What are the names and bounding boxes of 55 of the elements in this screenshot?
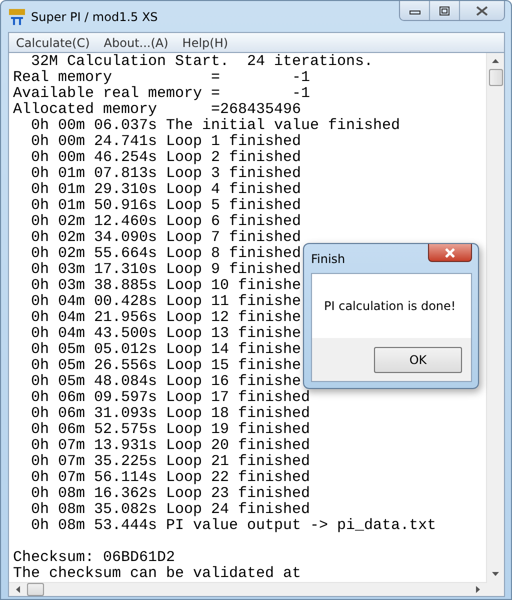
output-line: 0h 01m 29.310s Loop 4 finished (30, 182, 302, 198)
output-line: Checksum: 06BD61D2 (13, 550, 176, 566)
output-line: 0h 01m 50.916s Loop 5 finished (30, 198, 302, 214)
output-line: Allocated memory =268435496 (13, 102, 302, 118)
output-line: 0h 06m 09.597s Loop 17 finished (30, 390, 310, 406)
output-line: 32M Calculation Start. 24 iterations. (30, 54, 374, 70)
scroll-thumb[interactable] (27, 583, 44, 596)
menu-item[interactable]: About...(A) (96, 36, 176, 50)
maximize-button[interactable] (430, 1, 460, 20)
output-line: 0h 03m 17.310s Loop 9 finished (30, 262, 302, 278)
output-line: 0h 08m 16.362s Loop 23 finished (30, 486, 310, 502)
output-line: Real memory = -1 (13, 70, 310, 86)
output-line: 0h 07m 35.225s Loop 21 finished (30, 454, 310, 470)
output-line: 0h 05m 26.556s Loop 15 finishe (30, 358, 302, 374)
output-line: Available real memory = -1 (13, 86, 310, 102)
horizontal-scrollbar[interactable] (9, 582, 487, 596)
ok-button[interactable]: OK (374, 346, 462, 372)
output-line: 0h 05m 05.012s Loop 14 finishe (30, 342, 302, 358)
output-line: 0h 02m 34.090s Loop 7 finished (30, 230, 302, 246)
output-line: 0h 02m 12.460s Loop 6 finished (30, 214, 302, 230)
output-line: 0h 06m 52.575s Loop 19 finished (30, 422, 310, 438)
minimize-button[interactable] (400, 1, 430, 20)
output-line: 0h 08m 53.444s PI value output -> pi_data.txt (30, 518, 436, 534)
vertical-scrollbar[interactable] (486, 53, 504, 582)
menu-item[interactable]: Help(H) (175, 36, 236, 50)
close-icon (475, 6, 489, 16)
scroll-left-icon[interactable] (15, 585, 21, 594)
close-button[interactable] (428, 244, 472, 262)
output-line: 0h 03m 38.885s Loop 10 finishe (30, 278, 302, 294)
output-line: 0h 04m 21.956s Loop 12 finishe (30, 310, 302, 326)
window-title: Super PI / mod1.5 XS (31, 10, 159, 24)
scroll-thumb[interactable] (488, 69, 502, 86)
close-icon (444, 248, 456, 258)
output-line: 0h 06m 31.093s Loop 18 finished (30, 406, 310, 422)
output-line: 0h 07m 13.931s Loop 20 finished (30, 438, 310, 454)
menu-item[interactable]: Calculate(C) (9, 36, 97, 50)
output-line: 0h 00m 24.741s Loop 1 finished (30, 134, 302, 150)
output-line: 0h 04m 00.428s Loop 11 finishe (30, 294, 302, 310)
app-icon (9, 8, 25, 24)
maximize-icon (438, 6, 450, 16)
output-line: 0h 00m 46.254s Loop 2 finished (30, 150, 302, 166)
output-line: 0h 08m 35.082s Loop 24 finished (30, 502, 310, 518)
output-line: 0h 00m 06.037s The initial value finished (30, 118, 400, 134)
output-line: 0h 02m 55.664s Loop 8 finished (30, 246, 302, 262)
output-line: 0h 07m 56.114s Loop 22 finished (30, 470, 310, 486)
dialog-message: PI calculation is done! (324, 299, 456, 313)
close-button[interactable] (460, 1, 504, 20)
dialog-title: Finish (311, 252, 346, 266)
output-line: 0h 04m 43.500s Loop 13 finishe (30, 326, 302, 342)
output-line: The checksum can be validated at (13, 566, 302, 582)
scroll-down-icon[interactable] (491, 571, 500, 577)
output-line: 0h 01m 07.813s Loop 3 finished (30, 166, 302, 182)
scroll-right-icon[interactable] (475, 585, 481, 594)
output-line: 0h 05m 48.084s Loop 16 finishe (30, 374, 302, 390)
scroll-up-icon[interactable] (491, 58, 500, 64)
